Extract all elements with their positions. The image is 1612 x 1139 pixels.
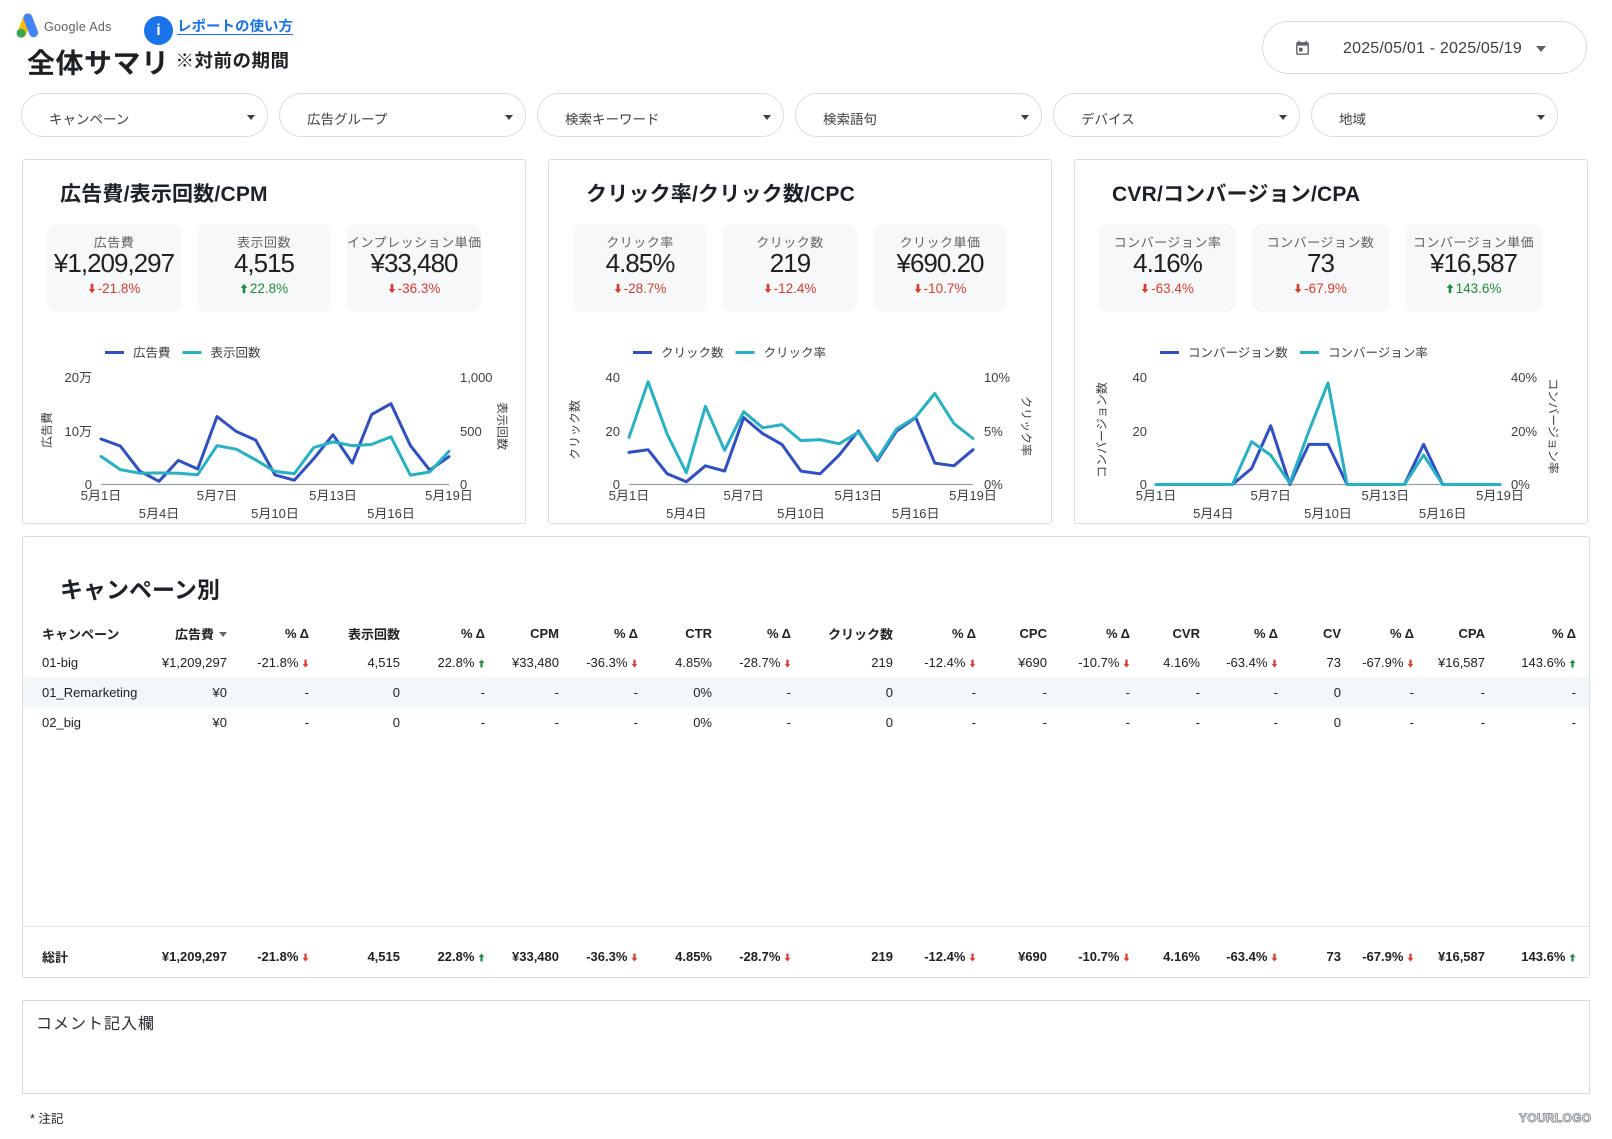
svg-text:5月16日: 5月16日 [1419, 506, 1467, 521]
svg-text:10%: 10% [984, 370, 1010, 385]
svg-text:40: 40 [1133, 370, 1147, 385]
svg-text:5月7日: 5月7日 [723, 488, 763, 503]
svg-text:5月19日: 5月19日 [425, 488, 473, 503]
svg-text:5月4日: 5月4日 [139, 506, 179, 521]
svg-text:5月10日: 5月10日 [777, 506, 825, 521]
svg-text:5月10日: 5月10日 [1304, 506, 1352, 521]
svg-text:5月13日: 5月13日 [309, 488, 357, 503]
svg-text:コンバージョン数: コンバージョン数 [1095, 382, 1109, 478]
svg-text:5月7日: 5月7日 [197, 488, 237, 503]
svg-text:コンバージョン率: コンバージョン率 [1546, 378, 1560, 474]
svg-text:20%: 20% [1511, 424, 1537, 439]
svg-text:5月1日: 5月1日 [1136, 488, 1176, 503]
svg-text:5月19日: 5月19日 [1476, 488, 1524, 503]
svg-text:5月10日: 5月10日 [251, 506, 299, 521]
svg-text:クリック数: クリック数 [568, 400, 582, 460]
svg-text:広告費: 広告費 [133, 346, 171, 360]
svg-text:5月16日: 5月16日 [892, 506, 940, 521]
svg-text:コンバージョン率: コンバージョン率 [1328, 346, 1428, 360]
svg-text:5月1日: 5月1日 [609, 488, 649, 503]
svg-text:20: 20 [606, 424, 620, 439]
svg-text:5月16日: 5月16日 [367, 506, 415, 521]
svg-text:5月4日: 5月4日 [1193, 506, 1233, 521]
svg-text:クリック率: クリック率 [764, 346, 827, 360]
svg-text:コンバージョン数: コンバージョン数 [1188, 346, 1288, 360]
svg-text:10万: 10万 [65, 424, 92, 439]
svg-text:表示回数: 表示回数 [211, 346, 262, 360]
svg-text:1,000: 1,000 [460, 370, 493, 385]
svg-text:20: 20 [1133, 424, 1147, 439]
svg-text:40%: 40% [1511, 370, 1537, 385]
svg-text:5月13日: 5月13日 [834, 488, 882, 503]
svg-text:表示回数: 表示回数 [495, 402, 509, 450]
svg-text:広告費: 広告費 [40, 412, 54, 448]
svg-text:5月4日: 5月4日 [666, 506, 706, 521]
svg-text:20万: 20万 [65, 370, 92, 385]
svg-text:クリック数: クリック数 [661, 346, 724, 360]
svg-text:500: 500 [460, 424, 482, 439]
svg-text:5月1日: 5月1日 [81, 488, 121, 503]
svg-text:クリック率: クリック率 [1019, 396, 1033, 456]
svg-text:5%: 5% [984, 424, 1003, 439]
svg-text:40: 40 [606, 370, 620, 385]
svg-text:5月13日: 5月13日 [1361, 488, 1409, 503]
svg-text:5月19日: 5月19日 [949, 488, 997, 503]
svg-text:5月7日: 5月7日 [1250, 488, 1290, 503]
